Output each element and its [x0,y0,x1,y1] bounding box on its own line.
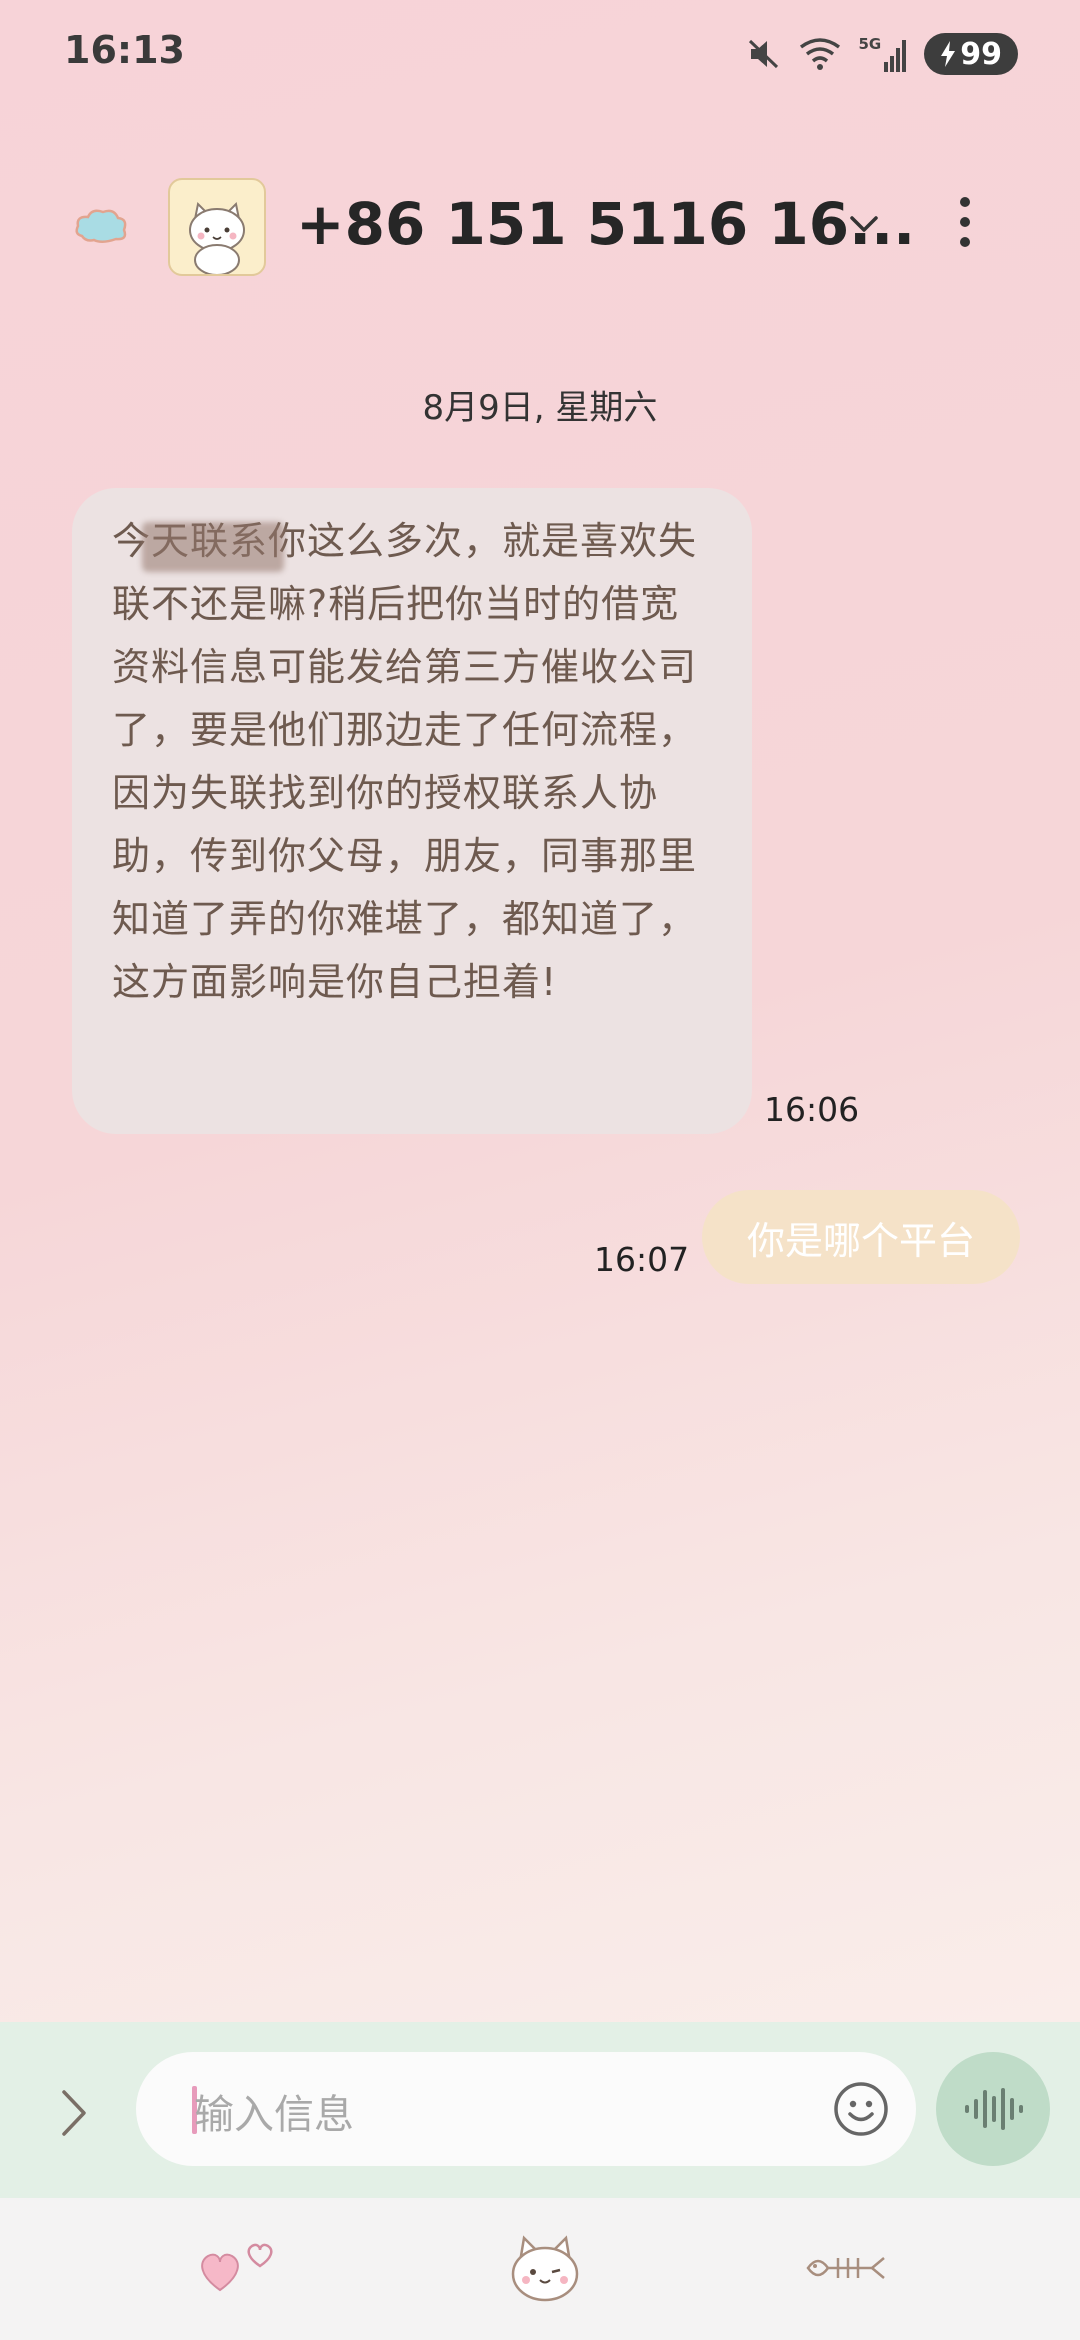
emoji-button[interactable] [832,2080,890,2138]
outgoing-message-bubble[interactable]: 你是哪个平台 [702,1190,1020,1284]
smiley-icon [834,2082,888,2136]
soundwave-icon [965,2088,1023,2130]
cellular-5g-icon: 5G [858,34,907,72]
battery-indicator: 99 [924,33,1018,75]
cloud-back-icon [75,209,127,243]
contact-name[interactable]: +86 151 5116 16... [296,190,915,258]
tab-hearts[interactable] [190,2228,300,2308]
voice-input-button[interactable] [936,2052,1050,2166]
incoming-message-time: 16:06 [764,1090,860,1129]
cat-avatar-icon [189,201,245,274]
incoming-message-text: 今天联系你这么多次，就是喜欢失联不还是嘛?稍后把你当时的借宽资料信息可能发给第三… [112,519,698,1004]
status-time: 16:13 [64,28,185,72]
more-vertical-icon [960,197,970,247]
redacted-area [142,522,284,572]
network-label: 5G [858,34,882,53]
composer-bar: 输入信息 [0,2022,1080,2198]
fish-bone-icon [806,2257,885,2279]
incoming-message-bubble[interactable]: 今天联系你这么多次，就是喜欢失联不还是嘛?稍后把你当时的借宽资料信息可能发给第三… [72,488,752,1134]
chevron-right-icon [62,2090,86,2136]
chevron-down-icon [850,216,878,232]
wifi-icon [799,38,840,70]
bottom-navigation [0,2198,1080,2340]
message-input-placeholder: 输入信息 [194,2092,354,2138]
signal-bars-icon [884,39,907,72]
mute-icon [748,39,778,69]
hearts-icon [201,2243,273,2292]
charging-icon [941,41,956,67]
contact-avatar[interactable] [168,178,266,276]
status-icons: 5G 99 [747,32,1018,76]
outgoing-message-text: 你是哪个平台 [746,1218,975,1263]
battery-level: 99 [960,36,1002,72]
cat-face-icon [511,2235,579,2302]
more-options-button[interactable] [950,192,980,252]
message-input[interactable]: 输入信息 [136,2052,916,2166]
status-bar: 16:13 5G 99 [0,0,1080,110]
tab-cat[interactable] [490,2228,600,2308]
back-button[interactable] [72,200,132,252]
outgoing-message-time: 16:07 [594,1240,690,1279]
conversation-header: +86 151 5116 16... [0,170,1080,280]
contact-dropdown-button[interactable] [846,206,882,242]
tab-fish[interactable] [790,2228,900,2308]
date-divider: 8月9日, 星期六 [422,388,658,428]
expand-attachments-button[interactable] [54,2086,94,2140]
